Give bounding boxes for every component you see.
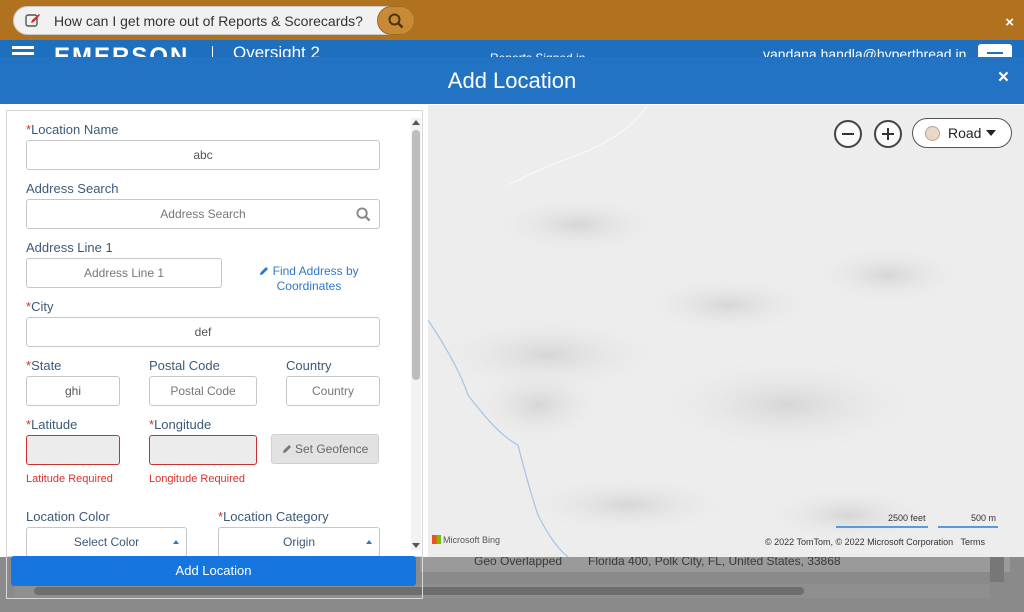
map-view[interactable]: Road 2500 feet 500 m Microsoft Bing © 20…: [428, 105, 1024, 557]
help-bar: How can I get more out of Reports & Scor…: [0, 0, 1024, 42]
menu-icon: [987, 52, 1003, 54]
edit-icon: [25, 14, 40, 27]
scale-line-feet: [836, 526, 928, 528]
microsoft-logo-icon: [432, 535, 441, 544]
search-icon[interactable]: [356, 207, 371, 222]
location-name-label: *Location Name: [26, 122, 119, 137]
city-label: *City: [26, 299, 54, 314]
location-form: *Location Name abc Address Search Addres…: [6, 110, 423, 557]
state-input[interactable]: ghi: [26, 376, 120, 406]
caret-up-icon: [173, 540, 179, 544]
terms-link[interactable]: Terms: [961, 537, 986, 547]
terrain-layer: [428, 105, 968, 557]
hamburger-icon[interactable]: [12, 52, 34, 55]
caret-down-icon: [986, 130, 996, 136]
location-color-label: Location Color: [26, 509, 110, 524]
minus-icon: [842, 133, 854, 135]
map-type-select[interactable]: Road: [912, 118, 1012, 148]
address-search-label: Address Search: [26, 181, 119, 196]
state-label: *State: [26, 358, 62, 373]
postal-code-input[interactable]: Postal Code: [149, 376, 257, 406]
latitude-input[interactable]: [26, 435, 120, 465]
help-question[interactable]: How can I get more out of Reports & Scor…: [54, 13, 363, 29]
scroll-thumb[interactable]: [412, 130, 420, 380]
form-scrollbar[interactable]: [411, 118, 421, 550]
address-search-input[interactable]: Address Search: [26, 199, 380, 229]
map-copyright: © 2022 TomTom, © 2022 Microsoft Corporat…: [765, 537, 986, 547]
location-category-label: *Location Category: [218, 509, 329, 524]
caret-up-icon: [366, 540, 372, 544]
country-label: Country: [286, 358, 332, 373]
zoom-in-button[interactable]: [874, 120, 902, 148]
longitude-input[interactable]: [149, 435, 257, 465]
zoom-out-button[interactable]: [834, 120, 862, 148]
help-close-button[interactable]: ×: [1005, 14, 1014, 31]
country-input[interactable]: Country: [286, 376, 380, 406]
find-address-link[interactable]: Find Address by Coordinates: [253, 264, 365, 294]
bing-logo: Microsoft Bing: [432, 535, 500, 545]
modal-close-button[interactable]: ×: [998, 67, 1009, 89]
scale-feet: 2500 feet: [888, 513, 926, 523]
address-line1-label: Address Line 1: [26, 240, 113, 255]
address-line1-input[interactable]: Address Line 1: [26, 258, 222, 288]
help-search-button[interactable]: [377, 6, 415, 35]
city-input[interactable]: def: [26, 317, 380, 347]
scroll-down-arrow[interactable]: [412, 543, 420, 548]
search-icon: [388, 13, 404, 29]
scale-meters: 500 m: [971, 513, 997, 523]
pencil-icon: [282, 445, 291, 453]
globe-icon: [925, 126, 940, 141]
latitude-label: *Latitude: [26, 417, 78, 432]
pencil-icon: [260, 267, 269, 275]
map-type-label: Road: [948, 125, 982, 141]
latitude-error: Latitude Required: [26, 473, 113, 485]
add-location-button[interactable]: Add Location: [11, 556, 416, 586]
postal-code-label: Postal Code: [149, 358, 220, 373]
help-search-box[interactable]: How can I get more out of Reports & Scor…: [13, 6, 415, 35]
location-name-input[interactable]: abc: [26, 140, 380, 170]
modal-title: Add Location: [447, 68, 577, 93]
longitude-error: Longitude Required: [149, 473, 246, 485]
modal-header: Add Location ×: [0, 57, 1024, 104]
scroll-up-arrow[interactable]: [412, 120, 420, 125]
add-location-modal: Add Location × *Location Name abc Addres…: [0, 57, 1024, 557]
longitude-label: *Longitude: [149, 417, 212, 432]
set-geofence-button[interactable]: Set Geofence: [271, 434, 379, 464]
scale-line-meters: [938, 526, 998, 528]
